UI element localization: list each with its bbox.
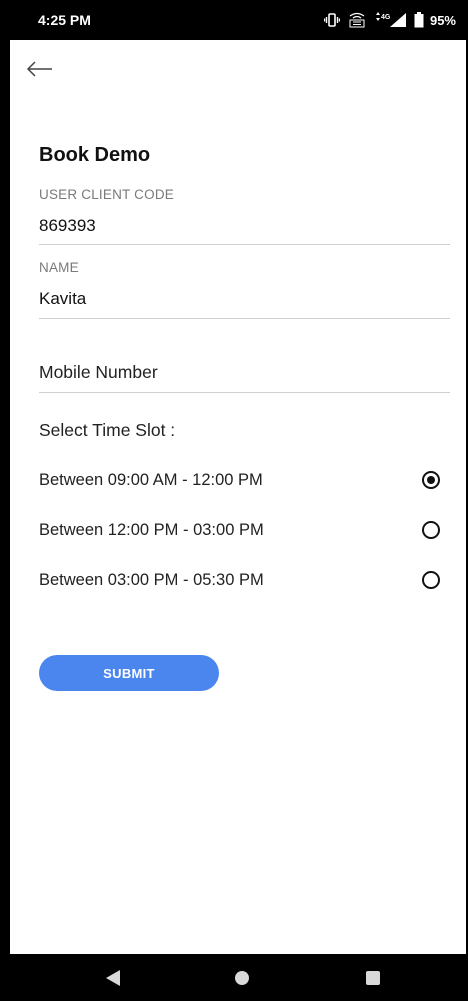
radio-unselected-icon[interactable] xyxy=(422,571,440,589)
nav-back-icon[interactable] xyxy=(106,970,120,986)
signal-4g-icon: 4G xyxy=(375,12,406,27)
time-slot-label: Between 09:00 AM - 12:00 PM xyxy=(39,470,263,489)
mobile-number-field[interactable]: Mobile Number xyxy=(39,362,158,383)
time-slot-label: Between 03:00 PM - 05:30 PM xyxy=(39,570,264,589)
svg-text:4G: 4G xyxy=(381,14,391,21)
status-icons: 4G 95% xyxy=(323,10,456,30)
time-slot-option[interactable]: Between 09:00 AM - 12:00 PM xyxy=(39,465,440,495)
name-underline xyxy=(39,318,450,319)
name-label: NAME xyxy=(39,260,79,275)
status-bar: 4:25 PM 4G 95% xyxy=(0,0,468,40)
vibrate-icon xyxy=(323,13,340,27)
time-slot-option[interactable]: Between 12:00 PM - 03:00 PM xyxy=(39,515,440,545)
system-nav-bar xyxy=(0,954,468,1001)
radio-selected-icon[interactable] xyxy=(422,471,440,489)
time-slot-label: Between 12:00 PM - 03:00 PM xyxy=(39,520,264,539)
submit-button[interactable]: SUBMIT xyxy=(39,655,219,691)
nav-home-icon[interactable] xyxy=(235,971,249,985)
back-button[interactable] xyxy=(26,58,54,80)
battery-icon xyxy=(414,12,424,28)
nav-recents-icon[interactable] xyxy=(366,971,380,985)
status-time: 4:25 PM xyxy=(38,12,91,28)
name-field[interactable]: Kavita xyxy=(39,289,86,309)
volte-icon xyxy=(349,12,365,28)
mobile-number-underline xyxy=(39,392,450,393)
time-slot-option[interactable]: Between 03:00 PM - 05:30 PM xyxy=(39,565,440,595)
radio-unselected-icon[interactable] xyxy=(422,521,440,539)
client-code-field[interactable]: 869393 xyxy=(39,216,96,236)
client-code-underline xyxy=(39,244,450,245)
arrow-left-icon xyxy=(26,61,52,77)
time-slot-heading: Select Time Slot : xyxy=(39,420,176,440)
client-code-label: USER CLIENT CODE xyxy=(39,187,174,202)
page-title: Book Demo xyxy=(39,144,151,166)
battery-percentage: 95% xyxy=(429,12,456,28)
book-demo-screen: Book Demo USER CLIENT CODE 869393 NAME K… xyxy=(10,40,466,954)
